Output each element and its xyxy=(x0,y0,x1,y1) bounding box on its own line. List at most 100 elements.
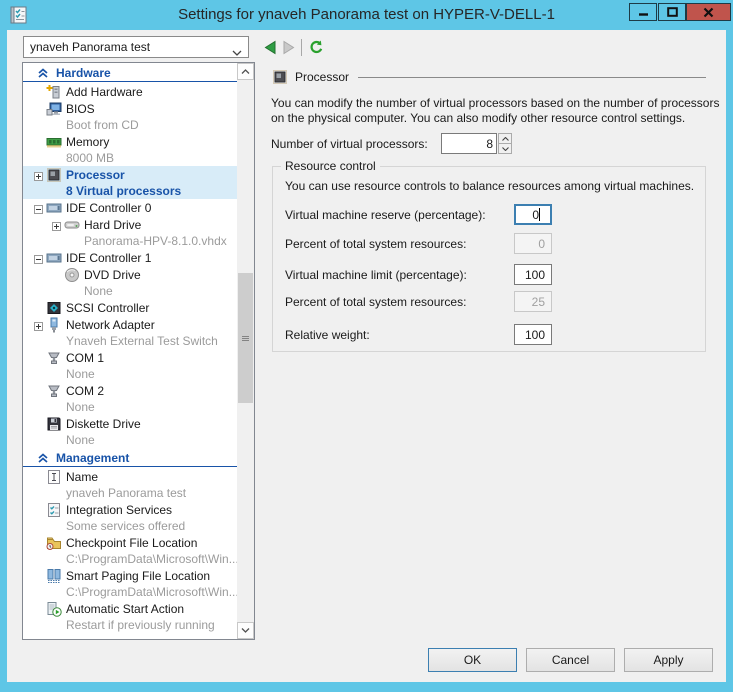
expander-spacer xyxy=(34,137,43,146)
sidebar-item-sublabel[interactable]: C:\ProgramData\Microsoft\Win... xyxy=(23,551,237,567)
sidebar-item-sublabel[interactable]: None xyxy=(23,366,237,382)
sidebar-item-smart-paging-file-location[interactable]: Smart Paging File Location xyxy=(23,567,237,584)
hardware-list[interactable]: Hardware Add HardwareBIOSBoot from CD Memo… xyxy=(22,62,255,640)
minimize-button[interactable] xyxy=(629,3,657,21)
virtual-processors-spinner[interactable]: 8 xyxy=(441,133,512,154)
vm-limit-row: Virtual machine limit (percentage):100 xyxy=(273,264,705,285)
sidebar-item-dvd-drive[interactable]: DVD Drive xyxy=(23,266,237,283)
sidebar-item-integration-services[interactable]: Integration Services xyxy=(23,501,237,518)
expand-plus-icon[interactable] xyxy=(34,170,43,179)
sidebar-item-label: Hard Drive xyxy=(84,218,141,232)
toolbar-separator xyxy=(301,39,302,56)
sidebar-item-ide-controller-0[interactable]: IDE Controller 0 xyxy=(23,199,237,216)
sidebar-item-label: Memory xyxy=(66,135,109,149)
sidebar-item-name[interactable]: Name xyxy=(23,468,237,485)
expander-spacer xyxy=(52,270,61,279)
sidebar-item-automatic-start-action[interactable]: Automatic Start Action xyxy=(23,600,237,617)
sidebar-item-checkpoint-file-location[interactable]: Checkpoint File Location xyxy=(23,534,237,551)
panel-description: You can modify the number of virtual pro… xyxy=(271,96,726,126)
expander-spacer xyxy=(34,472,43,481)
sidebar-item-memory[interactable]: Memory xyxy=(23,133,237,150)
sidebar-item-network-adapter[interactable]: Network Adapter xyxy=(23,316,237,333)
sidebar-item-sublabel[interactable]: C:\ProgramData\Microsoft\Win... xyxy=(23,584,237,600)
reserve-percent-value: 0 xyxy=(538,237,545,251)
limit-percent-value: 25 xyxy=(532,295,545,309)
relative-weight-input[interactable]: 100 xyxy=(514,324,552,345)
autostart-icon xyxy=(46,601,62,617)
sidebar-item-sublabel[interactable]: Boot from CD xyxy=(23,117,237,133)
sidebar-item-label: COM 1 xyxy=(66,351,104,365)
expand-plus-icon[interactable] xyxy=(52,220,61,229)
vm-reserve-input[interactable]: 0 xyxy=(514,204,552,225)
panel-title: Processor xyxy=(295,70,349,84)
smart-paging-icon xyxy=(46,568,62,584)
refresh-button[interactable] xyxy=(307,38,325,56)
cancel-button[interactable]: Cancel xyxy=(526,648,615,672)
sidebar-item-sublabel[interactable]: Restart if previously running xyxy=(23,617,237,633)
sidebar-item-hard-drive[interactable]: Hard Drive xyxy=(23,216,237,233)
sidebar-scrollbar[interactable] xyxy=(237,63,254,639)
sidebar-item-sublabel[interactable]: Ynaveh External Test Switch xyxy=(23,333,237,349)
collapse-minus-icon[interactable] xyxy=(34,253,43,262)
checkpoint-icon xyxy=(46,535,62,551)
vm-selector-dropdown[interactable]: ynaveh Panorama test xyxy=(23,36,249,58)
sidebar-item-label: Smart Paging File Location xyxy=(66,569,210,583)
sidebar-item-label: IDE Controller 0 xyxy=(66,201,151,215)
vm-reserve-label: Virtual machine reserve (percentage): xyxy=(285,208,486,222)
vm-selector-value: ynaveh Panorama test xyxy=(30,40,150,54)
navigate-back-button[interactable] xyxy=(262,39,278,56)
close-button[interactable] xyxy=(686,3,731,21)
sidebar-item-label: SCSI Controller xyxy=(66,301,149,315)
scroll-down-icon[interactable] xyxy=(237,622,254,639)
chevron-down-icon xyxy=(232,45,242,59)
sidebar-item-processor[interactable]: Processor xyxy=(23,166,237,183)
bios-icon xyxy=(46,101,62,117)
sidebar-item-diskette-drive[interactable]: Diskette Drive xyxy=(23,415,237,432)
memory-icon xyxy=(46,134,62,150)
collapse-minus-icon[interactable] xyxy=(34,203,43,212)
sidebar-item-bios[interactable]: BIOS xyxy=(23,100,237,117)
expander-spacer xyxy=(34,571,43,580)
relative-weight-label: Relative weight: xyxy=(285,328,370,342)
limit-percent-input: 25 xyxy=(514,291,552,312)
virtual-processors-input[interactable]: 8 xyxy=(441,133,497,154)
sidebar-item-ide-controller-1[interactable]: IDE Controller 1 xyxy=(23,249,237,266)
expander-spacer xyxy=(34,87,43,96)
diskette-icon xyxy=(46,416,62,432)
maximize-button[interactable] xyxy=(658,3,686,21)
collapse-chevrons-icon xyxy=(37,452,49,464)
sidebar-item-label: DVD Drive xyxy=(84,268,141,282)
sidebar-item-scsi-controller[interactable]: SCSI Controller xyxy=(23,299,237,316)
ok-button[interactable]: OK xyxy=(428,648,517,672)
sidebar-item-sublabel[interactable]: 8 Virtual processors xyxy=(23,183,237,199)
expander-spacer xyxy=(34,419,43,428)
sidebar-item-sublabel[interactable]: Some services offered xyxy=(23,518,237,534)
hard-drive-icon xyxy=(64,217,80,233)
scrollbar-thumb[interactable] xyxy=(238,273,253,403)
sidebar-item-sublabel[interactable]: None xyxy=(23,399,237,415)
client-area: ynaveh Panorama test Hardware Add Hardwar… xyxy=(7,30,726,682)
sidebar-item-label: Automatic Start Action xyxy=(66,602,184,616)
sidebar-section-hardware[interactable]: Hardware xyxy=(23,65,237,82)
scsi-controller-icon xyxy=(46,300,62,316)
scroll-up-icon[interactable] xyxy=(237,63,254,80)
sidebar-section-management[interactable]: Management xyxy=(23,450,237,467)
text-caret xyxy=(539,208,540,221)
reserve-percent-input: 0 xyxy=(514,233,552,254)
spin-down-icon[interactable] xyxy=(498,143,512,154)
apply-button[interactable]: Apply xyxy=(624,648,713,672)
sidebar-item-add-hardware[interactable]: Add Hardware xyxy=(23,83,237,100)
sidebar-item-sublabel[interactable]: 8000 MB xyxy=(23,150,237,166)
expander-spacer xyxy=(34,538,43,547)
sidebar-item-com-1[interactable]: COM 1 xyxy=(23,349,237,366)
sidebar-item-sublabel[interactable]: None xyxy=(23,432,237,448)
sidebar-item-com-2[interactable]: COM 2 xyxy=(23,382,237,399)
sidebar-item-sublabel[interactable]: Panorama-HPV-8.1.0.vhdx xyxy=(23,233,237,249)
header-rule xyxy=(358,77,706,78)
section-label: Hardware xyxy=(56,66,111,80)
expand-plus-icon[interactable] xyxy=(34,320,43,329)
sidebar-item-sublabel[interactable]: None xyxy=(23,283,237,299)
sidebar-item-sublabel[interactable]: ynaveh Panorama test xyxy=(23,485,237,501)
expander-spacer xyxy=(34,386,43,395)
vm-limit-input[interactable]: 100 xyxy=(514,264,552,285)
